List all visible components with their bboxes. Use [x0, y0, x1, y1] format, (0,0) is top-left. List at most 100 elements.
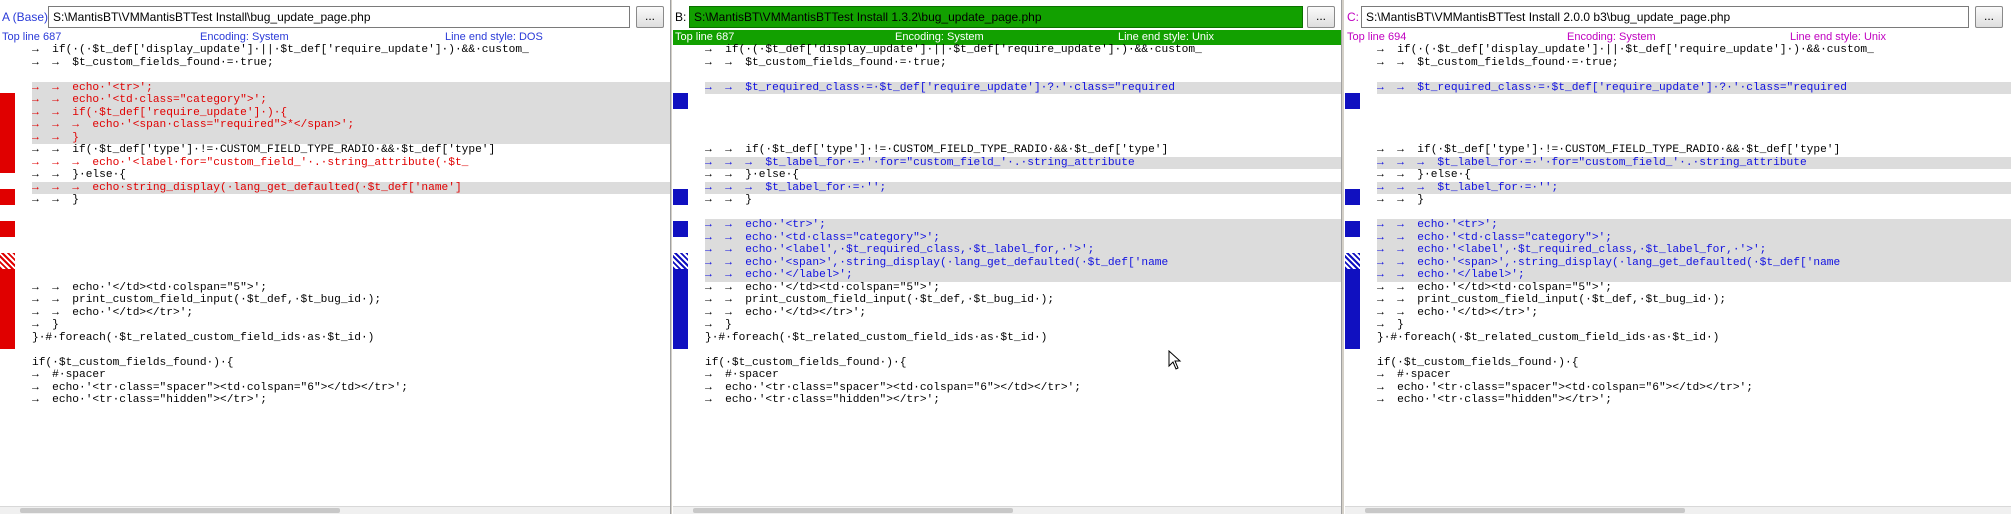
diff-marker-deleted [0, 253, 15, 269]
code-line: → → echo·'<tr>'; [32, 81, 670, 94]
pane-c-horizontal-scrollbar[interactable] [1345, 506, 2011, 514]
pane-c-diff-gutter [1345, 45, 1360, 514]
code-line: if(·$t_custom_fields_found·)·{ [705, 356, 907, 369]
pane-c-encoding: Encoding: System [1567, 31, 1656, 43]
diff-marker-deleted [0, 189, 15, 205]
code-line: → → }·else·{ [1377, 169, 1471, 181]
diff-marker-deleted [0, 269, 15, 349]
code-line: → #·spacer [1377, 369, 1451, 381]
code-line: → #·spacer [32, 369, 106, 381]
pane-a-line-end-style: Line end style: DOS [445, 31, 543, 43]
code-line: → → echo·'<label',·$t_required_class,·$t… [1377, 244, 2011, 257]
pane-b-top-line: Top line 687 [675, 31, 735, 43]
code-line: → → echo·'</label>'; [705, 269, 1341, 282]
code-line: → → echo·'<tr>'; [705, 219, 1341, 232]
code-line: → → $t_custom_fields_found·=·true; [1377, 56, 1619, 69]
pane-a-horizontal-scrollbar[interactable] [0, 506, 670, 514]
code-line: → → echo·'<td·class="category">'; [32, 94, 670, 107]
code-line: → → $t_custom_fields_found·=·true; [705, 56, 947, 69]
code-line: → → print_custom_field_input(·$t_def,·$t… [32, 294, 382, 306]
pane-b-encoding: Encoding: System [895, 31, 984, 43]
code-line: → } [1377, 319, 1404, 331]
code-line: → → echo·'</label>'; [1377, 269, 2011, 282]
diff-marker-changed [1345, 93, 1360, 109]
pane-c: C: S:\MantisBT\VMMantisBTTest Install 2.… [1345, 0, 2011, 514]
diff-marker-changed [1345, 189, 1360, 205]
diff-marker-changed [673, 189, 688, 205]
scrollbar-thumb[interactable] [1365, 508, 1685, 513]
code-line: → } [705, 319, 732, 331]
code-line: → → } [1377, 194, 1424, 206]
pane-b-line-end-style: Line end style: Unix [1118, 31, 1214, 43]
code-line: → → print_custom_field_input(·$t_def,·$t… [1377, 294, 1727, 306]
pane-a-encoding: Encoding: System [200, 31, 289, 43]
code-line: if(·$t_custom_fields_found·)·{ [32, 356, 234, 369]
code-line: → if(·(·$t_def['display_update']·||·$t_d… [705, 44, 1202, 56]
pane-c-path-field[interactable]: S:\MantisBT\VMMantisBTTest Install 2.0.0… [1361, 6, 1969, 28]
pane-a-diff-gutter [0, 45, 15, 514]
code-line: → → echo·'<label',·$t_required_class,·$t… [705, 244, 1341, 257]
code-line: → → echo·'<td·class="category">'; [1377, 231, 2011, 244]
pane-b-status-bar: Top line 687 Encoding: System Line end s… [673, 30, 1341, 45]
code-line: → → echo·'<span>',·string_display(·lang_… [705, 256, 1341, 269]
diff-marker-changed [673, 221, 688, 237]
code-line: if(·$t_custom_fields_found·)·{ [1377, 356, 1579, 369]
pane-b-horizontal-scrollbar[interactable] [673, 506, 1341, 514]
pane-c-status-bar: Top line 694 Encoding: System Line end s… [1345, 30, 2011, 45]
pane-a-code-view[interactable]: → if(·(·$t_def['display_update']·||·$t_d… [0, 44, 670, 514]
pane-a-browse-button[interactable]: ... [636, 6, 664, 28]
pane-b-tag: B: [675, 10, 687, 24]
code-line: → echo·'<tr·class="hidden"></tr>'; [1377, 394, 1612, 406]
pane-c-code-view[interactable]: → if(·(·$t_def['display_update']·||·$t_d… [1345, 44, 2011, 514]
code-line: → → echo·'</td></tr>'; [705, 306, 867, 319]
code-line: → → }·else·{ [32, 169, 126, 181]
pane-c-path-row: C: S:\MantisBT\VMMantisBTTest Install 2.… [1345, 6, 2011, 28]
code-line: → → echo·'</td></tr>'; [1377, 306, 1539, 319]
code-line: → if(·(·$t_def['display_update']·||·$t_d… [1377, 44, 1874, 56]
code-line: → echo·'<tr·class="spacer"><td·colspan="… [32, 381, 408, 394]
pane-b-path-field[interactable]: S:\MantisBT\VMMantisBTTest Install 1.3.2… [689, 6, 1303, 28]
pane-a-path-field[interactable]: S:\MantisBT\VMMantisBTTest Install\bug_u… [48, 6, 630, 28]
code-line: → echo·'<tr·class="spacer"><td·colspan="… [705, 381, 1081, 394]
scrollbar-thumb[interactable] [20, 508, 340, 513]
code-line: → → }·else·{ [705, 169, 799, 181]
diff-marker-changed [673, 269, 688, 349]
code-line: → echo·'<tr·class="hidden"></tr>'; [705, 394, 940, 406]
code-line: }·#·foreach(·$t_related_custom_field_ids… [705, 331, 1048, 344]
pane-b-path-row: B: S:\MantisBT\VMMantisBTTest Install 1.… [673, 6, 1341, 28]
pane-b-code-view[interactable]: → if(·(·$t_def['display_update']·||·$t_d… [673, 44, 1341, 514]
pane-c-line-end-style: Line end style: Unix [1790, 31, 1886, 43]
code-line: → → if(·$t_def['require_update']·)·{ [32, 106, 670, 119]
code-line: → → → $t_label_for·=·'·for="custom_field… [705, 156, 1341, 169]
pane-c-browse-button[interactable]: ... [1975, 6, 2003, 28]
code-line: → → echo·'</td><td·colspan="5">'; [1377, 281, 1612, 294]
scrollbar-thumb[interactable] [693, 508, 1013, 513]
code-line: → → echo·'<td·class="category">'; [705, 231, 1341, 244]
pane-b-browse-button[interactable]: ... [1307, 6, 1335, 28]
mouse-cursor-icon [1168, 350, 1182, 370]
code-line: → → $t_required_class·=·$t_def['require_… [705, 81, 1341, 94]
code-line: → → } [32, 194, 79, 206]
code-line: → → } [32, 131, 670, 144]
code-line: → → if(·$t_def['type']·!=·CUSTOM_FIELD_T… [705, 144, 1169, 156]
code-line: → → echo·'</td><td·colspan="5">'; [705, 281, 940, 294]
code-line: → → $t_custom_fields_found·=·true; [32, 56, 274, 69]
code-line: → → } [705, 194, 752, 206]
diff-marker-deleted [0, 93, 15, 173]
code-line: → } [32, 319, 59, 331]
code-line: → if(·(·$t_def['display_update']·||·$t_d… [32, 44, 529, 56]
